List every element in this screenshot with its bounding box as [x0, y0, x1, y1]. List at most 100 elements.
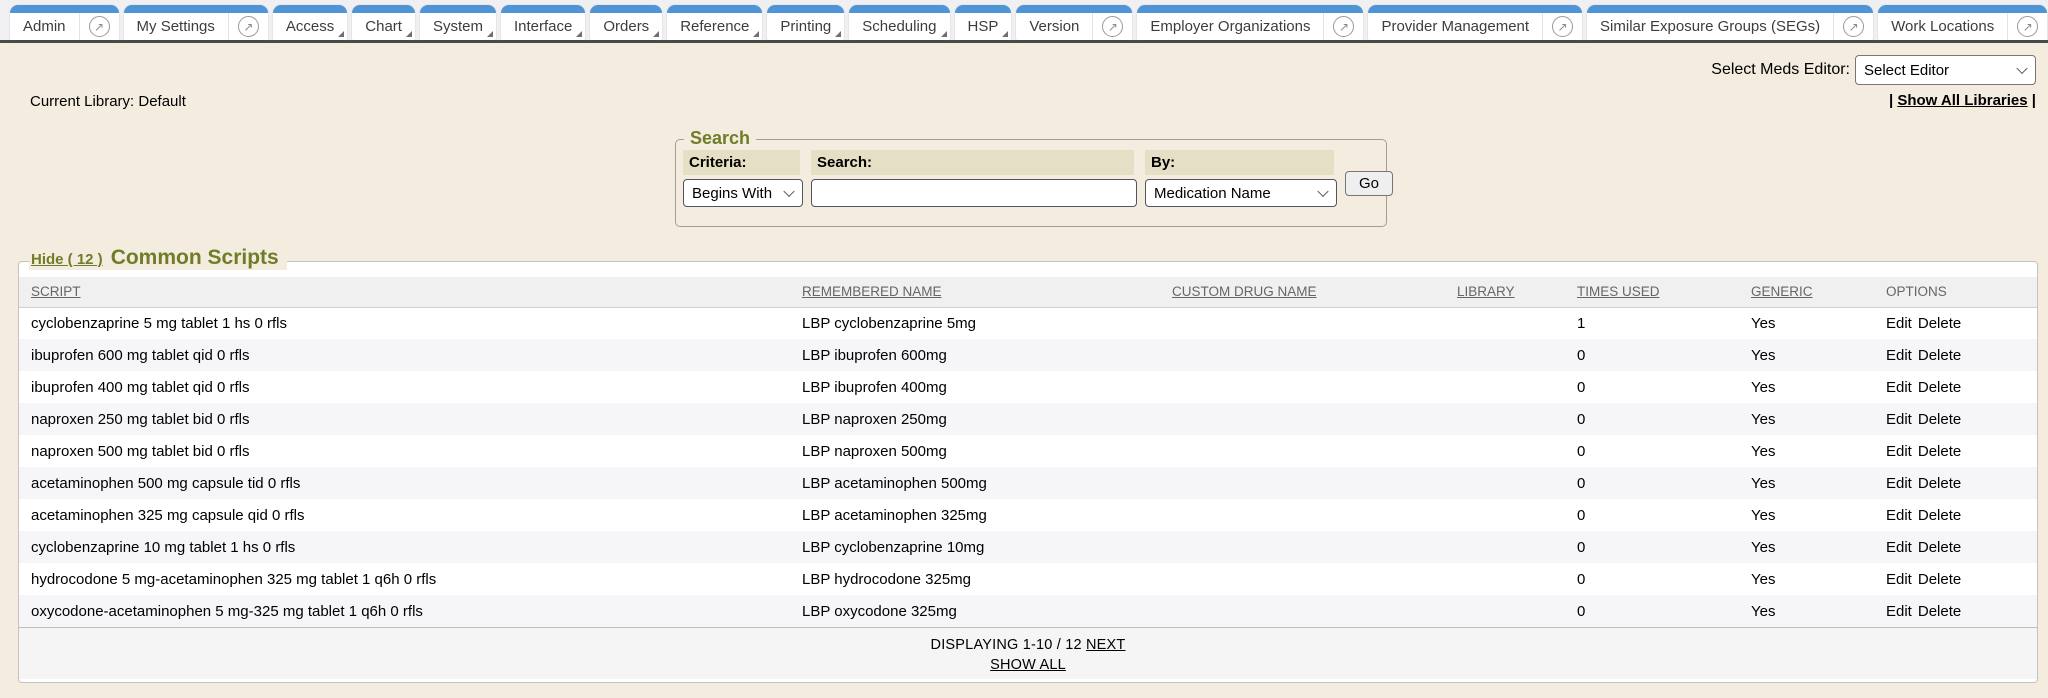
delete-link[interactable]: Delete [1918, 347, 1961, 364]
cell-options: Edit Delete [1878, 435, 2037, 467]
cell-generic: Yes [1743, 467, 1878, 499]
nav-tab-chart[interactable]: Chart [352, 5, 415, 40]
cell-generic: Yes [1743, 435, 1878, 467]
nav-tab-interface[interactable]: Interface [501, 5, 585, 40]
sort-link[interactable]: GENERIC [1751, 284, 1813, 299]
sort-link[interactable]: CUSTOM DRUG NAME [1172, 284, 1317, 299]
external-link-button[interactable]: ↗ [2008, 13, 2047, 40]
sort-link[interactable]: SCRIPT [31, 284, 81, 299]
meds-editor-select[interactable]: Select Editor [1855, 55, 2036, 85]
cell-options: Edit Delete [1878, 499, 2037, 531]
nav-tab-orders[interactable]: Orders [590, 5, 662, 40]
edit-link[interactable]: Edit [1886, 315, 1912, 332]
cell-generic: Yes [1743, 595, 1878, 627]
cell-generic: Yes [1743, 563, 1878, 595]
hide-link[interactable]: Hide ( 12 ) [31, 251, 103, 268]
edit-link[interactable]: Edit [1886, 347, 1912, 364]
cell-custom-drug-name [1164, 499, 1449, 531]
table-row: acetaminophen 325 mg capsule qid 0 rflsL… [19, 499, 2037, 531]
delete-link[interactable]: Delete [1918, 379, 1961, 396]
displaying-text: DISPLAYING 1-10 / 12 [931, 637, 1082, 653]
edit-link[interactable]: Edit [1886, 571, 1912, 588]
cell-custom-drug-name [1164, 531, 1449, 563]
column-header-times-used: TIMES USED [1569, 277, 1743, 307]
cell-remembered-name: LBP ibuprofen 600mg [794, 339, 1164, 371]
nav-tab-provider-management[interactable]: Provider Management↗ [1368, 5, 1582, 40]
external-link-button[interactable]: ↗ [229, 13, 268, 40]
cell-custom-drug-name [1164, 595, 1449, 627]
nav-tab-similar-exposure-groups-segs[interactable]: Similar Exposure Groups (SEGs)↗ [1587, 5, 1873, 40]
nav-tab-reference[interactable]: Reference [667, 5, 762, 40]
cell-custom-drug-name [1164, 371, 1449, 403]
cell-options: Edit Delete [1878, 563, 2037, 595]
show-all-link[interactable]: SHOW ALL [990, 657, 1066, 673]
cell-script: ibuprofen 400 mg tablet qid 0 rfls [19, 371, 794, 403]
external-link-button[interactable]: ↗ [1093, 13, 1132, 40]
nav-tab-system[interactable]: System [420, 5, 496, 40]
nav-tab-hsp[interactable]: HSP [955, 5, 1012, 40]
edit-link[interactable]: Edit [1886, 507, 1912, 524]
table-row: ibuprofen 400 mg tablet qid 0 rflsLBP ib… [19, 371, 2037, 403]
cell-custom-drug-name [1164, 307, 1449, 339]
nav-tab-admin[interactable]: Admin↗ [10, 5, 119, 40]
cell-generic: Yes [1743, 307, 1878, 339]
delete-link[interactable]: Delete [1918, 475, 1961, 492]
cell-options: Edit Delete [1878, 339, 2037, 371]
cell-options: Edit Delete [1878, 467, 2037, 499]
cell-script: acetaminophen 500 mg capsule tid 0 rfls [19, 467, 794, 499]
delete-link[interactable]: Delete [1918, 603, 1961, 620]
nav-tab-printing[interactable]: Printing [767, 5, 844, 40]
show-all-libraries-link[interactable]: Show All Libraries [1897, 92, 2027, 109]
cell-generic: Yes [1743, 499, 1878, 531]
table-row: cyclobenzaprine 5 mg tablet 1 hs 0 rflsL… [19, 307, 2037, 339]
external-link-circle-arrow-icon: ↗ [238, 16, 259, 37]
cell-library [1449, 371, 1569, 403]
sort-link[interactable]: REMEMBERED NAME [802, 284, 942, 299]
nav-tab-access[interactable]: Access [273, 5, 347, 40]
by-label: By: [1145, 150, 1334, 175]
edit-link[interactable]: Edit [1886, 603, 1912, 620]
delete-link[interactable]: Delete [1918, 571, 1961, 588]
nav-tab-label: Reference [667, 13, 762, 40]
edit-link[interactable]: Edit [1886, 411, 1912, 428]
external-link-button[interactable]: ↗ [1834, 13, 1873, 40]
go-button[interactable]: Go [1345, 171, 1393, 196]
criteria-select[interactable]: Begins With [683, 179, 803, 207]
delete-link[interactable]: Delete [1918, 507, 1961, 524]
delete-link[interactable]: Delete [1918, 539, 1961, 556]
search-by-selected-value: Medication Name [1154, 185, 1271, 202]
nav-tab-employer-organizations[interactable]: Employer Organizations↗ [1137, 5, 1363, 40]
nav-tab-work-locations[interactable]: Work Locations↗ [1878, 5, 2047, 40]
external-link-button[interactable]: ↗ [1543, 13, 1582, 40]
delete-link[interactable]: Delete [1918, 443, 1961, 460]
edit-link[interactable]: Edit [1886, 539, 1912, 556]
delete-link[interactable]: Delete [1918, 411, 1961, 428]
current-library-label: Current Library: Default [30, 93, 186, 110]
search-by-select[interactable]: Medication Name [1145, 179, 1337, 207]
search-panel-legend: Search [684, 128, 756, 149]
cell-options: Edit Delete [1878, 595, 2037, 627]
next-page-link[interactable]: NEXT [1086, 637, 1125, 653]
nav-tab-label: Employer Organizations [1137, 13, 1323, 40]
external-link-circle-arrow-icon: ↗ [89, 16, 110, 37]
external-link-button[interactable]: ↗ [80, 13, 119, 40]
edit-link[interactable]: Edit [1886, 443, 1912, 460]
nav-tab-scheduling[interactable]: Scheduling [849, 5, 949, 40]
sort-link[interactable]: TIMES USED [1577, 284, 1660, 299]
edit-link[interactable]: Edit [1886, 379, 1912, 396]
dropdown-corner-icon [576, 31, 582, 37]
sort-link[interactable]: LIBRARY [1457, 284, 1515, 299]
nav-tab-my-settings[interactable]: My Settings↗ [124, 5, 268, 40]
delete-link[interactable]: Delete [1918, 315, 1961, 332]
column-header-custom-drug-name: CUSTOM DRUG NAME [1164, 277, 1449, 307]
cell-options: Edit Delete [1878, 403, 2037, 435]
table-row: cyclobenzaprine 10 mg tablet 1 hs 0 rfls… [19, 531, 2037, 563]
cell-times-used: 0 [1569, 371, 1743, 403]
edit-link[interactable]: Edit [1886, 475, 1912, 492]
table-row: ibuprofen 600 mg tablet qid 0 rflsLBP ib… [19, 339, 2037, 371]
nav-tab-version[interactable]: Version↗ [1016, 5, 1132, 40]
dropdown-corner-icon [835, 31, 841, 37]
search-input[interactable] [811, 179, 1137, 207]
cell-times-used: 0 [1569, 499, 1743, 531]
external-link-button[interactable]: ↗ [1324, 13, 1363, 40]
